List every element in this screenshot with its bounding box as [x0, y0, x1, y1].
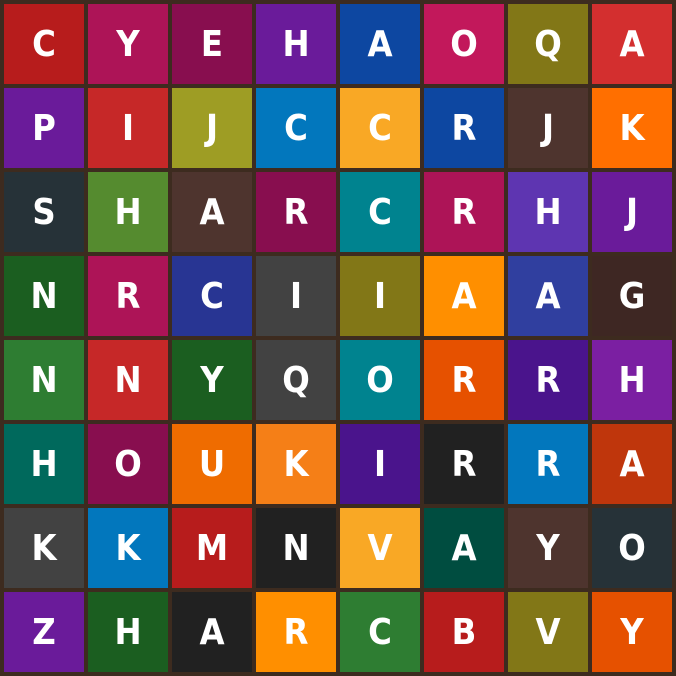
letter-tile[interactable]: V — [508, 592, 588, 672]
letter-tile[interactable]: R — [88, 256, 168, 336]
letter-tile[interactable]: H — [592, 340, 672, 420]
letter-tile[interactable]: I — [256, 256, 336, 336]
letter-tile[interactable]: Z — [4, 592, 84, 672]
letter-tile[interactable]: V — [340, 508, 420, 588]
letter-tile[interactable]: H — [508, 172, 588, 252]
letter-tile[interactable]: R — [424, 88, 504, 168]
letter-tile[interactable]: A — [508, 256, 588, 336]
letter-tile[interactable]: K — [4, 508, 84, 588]
letter-tile[interactable]: N — [4, 340, 84, 420]
letter-tile[interactable]: R — [424, 424, 504, 504]
letter-tile[interactable]: H — [256, 4, 336, 84]
letter-tile[interactable]: R — [424, 340, 504, 420]
letter-tile[interactable]: H — [4, 424, 84, 504]
letter-tile[interactable]: A — [340, 4, 420, 84]
letter-tile[interactable]: B — [424, 592, 504, 672]
letter-tile[interactable]: O — [424, 4, 504, 84]
letter-tile[interactable]: R — [256, 592, 336, 672]
letter-tile[interactable]: C — [340, 592, 420, 672]
letter-tile[interactable]: O — [592, 508, 672, 588]
letter-tile[interactable]: A — [592, 4, 672, 84]
letter-tile[interactable]: K — [592, 88, 672, 168]
letter-tile[interactable]: Y — [508, 508, 588, 588]
letter-tile[interactable]: Y — [592, 592, 672, 672]
letter-tile[interactable]: O — [88, 424, 168, 504]
letter-tile[interactable]: A — [424, 256, 504, 336]
letter-tile[interactable]: O — [340, 340, 420, 420]
letter-tile[interactable]: C — [256, 88, 336, 168]
letter-tile[interactable]: H — [88, 592, 168, 672]
letter-tile[interactable]: Q — [508, 4, 588, 84]
letter-tile[interactable]: A — [172, 172, 252, 252]
letter-tile[interactable]: I — [340, 256, 420, 336]
letter-tile[interactable]: I — [340, 424, 420, 504]
letter-tile[interactable]: S — [4, 172, 84, 252]
letter-tile[interactable]: Y — [88, 4, 168, 84]
letter-tile[interactable]: Q — [256, 340, 336, 420]
letter-tile[interactable]: P — [4, 88, 84, 168]
letter-tile[interactable]: U — [172, 424, 252, 504]
letter-tile[interactable]: R — [424, 172, 504, 252]
letter-tile[interactable]: A — [424, 508, 504, 588]
letter-grid: CYEHAOQAPIJCCRJKSHARCRHJNRCIIAAGNNYQORRH… — [4, 4, 672, 672]
letter-tile[interactable]: N — [88, 340, 168, 420]
letter-tile[interactable]: M — [172, 508, 252, 588]
letter-tile[interactable]: C — [340, 172, 420, 252]
letter-tile[interactable]: R — [256, 172, 336, 252]
letter-tile[interactable]: C — [340, 88, 420, 168]
letter-tile[interactable]: Y — [172, 340, 252, 420]
letter-tile[interactable]: J — [172, 88, 252, 168]
letter-tile[interactable]: R — [508, 424, 588, 504]
letter-tile[interactable]: H — [88, 172, 168, 252]
letter-tile[interactable]: N — [256, 508, 336, 588]
letter-tile[interactable]: K — [88, 508, 168, 588]
letter-tile[interactable]: C — [4, 4, 84, 84]
letter-tile[interactable]: N — [4, 256, 84, 336]
letter-tile[interactable]: J — [592, 172, 672, 252]
letter-tile[interactable]: R — [508, 340, 588, 420]
letter-tile[interactable]: G — [592, 256, 672, 336]
letter-tile[interactable]: K — [256, 424, 336, 504]
letter-tile[interactable]: A — [172, 592, 252, 672]
letter-tile[interactable]: J — [508, 88, 588, 168]
letter-tile[interactable]: C — [172, 256, 252, 336]
letter-tile[interactable]: I — [88, 88, 168, 168]
letter-tile[interactable]: A — [592, 424, 672, 504]
letter-tile[interactable]: E — [172, 4, 252, 84]
